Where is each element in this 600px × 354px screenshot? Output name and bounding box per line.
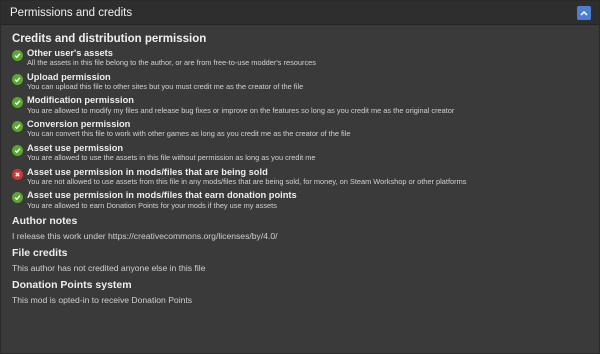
permission-item: Asset use permission in mods/files that … [12, 166, 589, 186]
donation-text: This mod is opted-in to receive Donation… [12, 294, 193, 305]
permission-item: Conversion permission You can convert th… [12, 119, 589, 139]
cross-icon [12, 168, 23, 180]
permission-title: Asset use permission in mods/files that … [27, 166, 268, 177]
permission-title: Asset use permission in mods/files that … [27, 190, 297, 201]
credits-section-title: Credits and distribution permission [12, 33, 207, 45]
permission-title: Modification permission [27, 95, 134, 106]
panel-header[interactable]: Permissions and credits [1, 1, 599, 25]
permission-desc: You are allowed to use the assets in thi… [27, 153, 316, 163]
checkmark-icon [12, 144, 23, 156]
checkmark-icon [12, 97, 23, 109]
permission-item: Other user's assets All the assets in th… [12, 48, 589, 68]
permission-title: Upload permission [27, 71, 111, 82]
checkmark-icon [12, 50, 23, 61]
permission-desc: You are allowed to modify my files and r… [27, 105, 455, 115]
permission-desc: You are not allowed to use assets from t… [27, 176, 467, 186]
permission-desc: You can upload this file to other sites … [27, 82, 304, 91]
file-credits-section: File credits This author has not credite… [12, 247, 589, 273]
permission-desc: You can convert this file to work with o… [27, 129, 351, 139]
author-notes-section: Author notes I release this work under h… [12, 215, 589, 241]
collapse-button[interactable] [577, 5, 591, 20]
panel-content: Credits and distribution permission Othe… [1, 25, 599, 305]
permission-item: Asset use permission You are allowed to … [12, 142, 589, 163]
permission-list: Other user's assets All the assets in th… [12, 48, 589, 210]
permission-item: Upload permission You can upload this fi… [12, 71, 589, 91]
author-notes-title: Author notes [12, 214, 78, 227]
permission-desc: You are allowed to earn Donation Points … [27, 200, 277, 210]
donation-title: Donation Points system [12, 278, 132, 291]
file-credits-text: This author has not credited anyone else… [12, 262, 206, 273]
panel-title: Permissions and credits [10, 6, 133, 19]
permission-desc: All the assets in this file belong to th… [27, 58, 316, 68]
chevron-up-icon [580, 10, 588, 16]
donation-section: Donation Points system This mod is opted… [12, 279, 589, 305]
permission-title: Other user's assets [27, 48, 113, 58]
permission-item: Modification permission You are allowed … [12, 96, 589, 114]
checkmark-icon [12, 73, 23, 85]
permission-item: Asset use permission in mods/files that … [12, 190, 589, 210]
permission-title: Asset use permission [27, 142, 124, 153]
permissions-panel: Permissions and credits Credits and dist… [0, 0, 600, 354]
author-notes-text: I release this work under https://creati… [12, 230, 278, 241]
permission-title: Conversion permission [27, 119, 131, 130]
checkmark-icon [12, 121, 23, 133]
checkmark-icon [12, 192, 23, 204]
file-credits-title: File credits [12, 246, 68, 259]
